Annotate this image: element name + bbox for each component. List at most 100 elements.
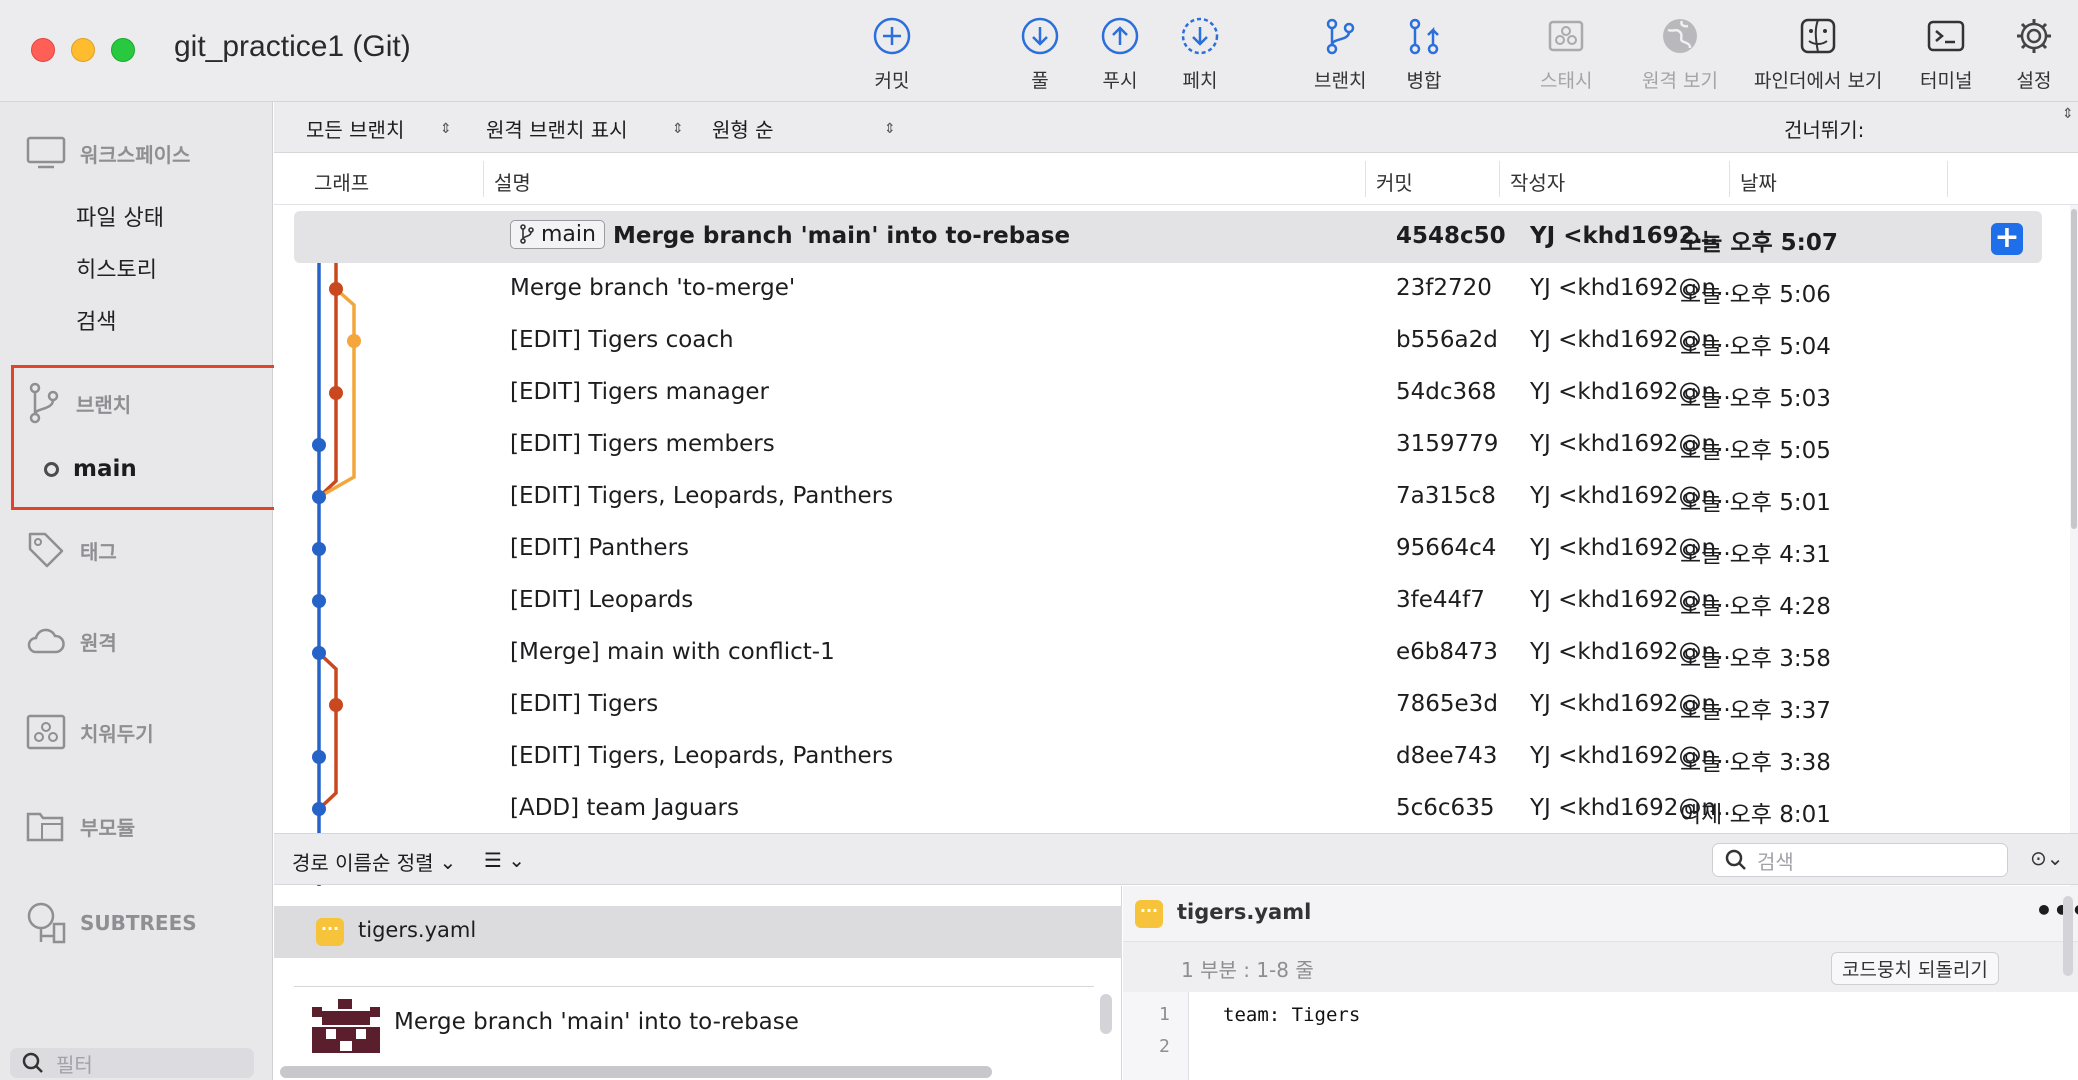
commit-hash: 5c6c635 bbox=[1396, 795, 1495, 821]
commit-hash: 4548c50 bbox=[1396, 223, 1506, 249]
diff-scrollbar[interactable] bbox=[2063, 896, 2073, 976]
scrollbar-thumb[interactable] bbox=[2071, 209, 2077, 529]
commit-description-text: [ADD] team Jaguars bbox=[510, 795, 739, 821]
commit-row[interactable]: main Merge branch 'main' into to-rebase 45… bbox=[294, 211, 2042, 263]
commit-message: Merge branch 'main' into to-rebase bbox=[394, 1009, 799, 1035]
sidebar-section-subtrees[interactable]: SUBTREES bbox=[26, 902, 197, 944]
sidebar-item-file-status[interactable]: 파일 상태 bbox=[76, 200, 164, 232]
commit-description-text: [EDIT] Leopards bbox=[510, 587, 694, 613]
column-date[interactable]: 날짜 bbox=[1740, 167, 1777, 196]
commit-row[interactable]: [EDIT] Tigers 7865e3d YJ <khd1692@n... 오늘 오… bbox=[294, 679, 2042, 731]
sidebar-filter-input[interactable]: 필터 bbox=[10, 1048, 254, 1078]
commit-hash: 7a315c8 bbox=[1396, 483, 1496, 509]
jump-to-label: 건너뛰기: bbox=[1784, 118, 1865, 142]
merge-icon bbox=[1409, 18, 1439, 55]
file-row[interactable]: ··· tigers.yaml bbox=[274, 906, 1122, 958]
updown-chevron-icon: ⇕ bbox=[2062, 106, 2074, 122]
fetch-button[interactable]: 페치 bbox=[1180, 16, 1220, 93]
remote-view-button[interactable]: 원격 보기 bbox=[1642, 16, 1718, 93]
commit-row[interactable]: [EDIT] Tigers manager 54dc368 YJ <khd1692@… bbox=[294, 367, 2042, 419]
finder-icon bbox=[1800, 18, 1836, 54]
commit-row[interactable]: [ADD] team Jaguars 5c6c635 YJ <khd1692@n..… bbox=[294, 783, 2042, 835]
sidebar-item-search[interactable]: 검색 bbox=[76, 304, 116, 336]
commit-row[interactable]: [EDIT] Tigers, Leopards, Panthers d8ee743… bbox=[294, 731, 2042, 783]
sidebar-item-history[interactable]: 히스토리 bbox=[76, 252, 157, 284]
commit-button[interactable]: 커밋 bbox=[872, 16, 912, 93]
commit-row[interactable]: [EDIT] Tigers coach b556a2d YJ <khd1692@n.… bbox=[294, 315, 2042, 367]
commit-description-text: [Merge] main with conflict-1 bbox=[510, 639, 835, 665]
stash-icon bbox=[1548, 20, 1584, 52]
commit-hash: 23f2720 bbox=[1396, 275, 1492, 301]
commit-description-text: [EDIT] Tigers, Leopards, Panthers bbox=[510, 743, 894, 769]
commit-hash: d8ee743 bbox=[1396, 743, 1498, 769]
branch-icon bbox=[520, 224, 534, 244]
updown-chevron-icon: ⇕ bbox=[672, 120, 684, 137]
sidebar-branch-main[interactable]: main bbox=[44, 456, 137, 482]
column-graph[interactable]: 그래프 bbox=[314, 167, 369, 196]
commit-hash: 7865e3d bbox=[1396, 691, 1498, 717]
commit-row[interactable]: [EDIT] Panthers 95664c4 YJ <khd1692@n... 오늘… bbox=[294, 523, 2042, 575]
sidebar-section-workspace[interactable]: 워크스페이스 bbox=[26, 136, 190, 170]
commit-description-text: Merge branch 'to-merge' bbox=[510, 275, 796, 301]
sort-by-path-select[interactable]: 경로 이름순 정렬 ⌄ bbox=[292, 847, 456, 876]
column-commit[interactable]: 커밋 bbox=[1376, 167, 1413, 196]
list-icon: ☰ bbox=[484, 848, 502, 872]
pull-button[interactable]: 풀 bbox=[1020, 16, 1060, 93]
column-description[interactable]: 설명 bbox=[494, 167, 531, 196]
minimize-window-button[interactable] bbox=[71, 38, 95, 62]
commit-row[interactable]: [Merge] main with conflict-1 e6b8473 YJ <k… bbox=[294, 627, 2042, 679]
commit-description: main Merge branch 'main' into to-rebase bbox=[510, 219, 1070, 249]
commit-date: 오늘 오후 3:58 bbox=[1680, 646, 1831, 672]
main-panel: 모든 브랜치 ⇕ 원격 브랜치 표시 ⇕ 원형 순 ⇕ 건너뛰기: ⇕ 그래프 … bbox=[274, 102, 2078, 1080]
revert-hunk-button[interactable]: 코드뭉치 되돌리기 bbox=[1831, 952, 1999, 985]
remote-branch-select[interactable]: 원격 브랜치 표시 ⇕ bbox=[486, 114, 684, 143]
commit-row[interactable]: Merge branch 'to-merge' 23f2720 YJ <khd169… bbox=[294, 263, 2042, 315]
modified-file-icon: ··· bbox=[316, 918, 344, 946]
close-window-button[interactable] bbox=[31, 38, 55, 62]
commit-description-text: [EDIT] Tigers manager bbox=[510, 379, 769, 405]
cloud-icon bbox=[27, 628, 65, 654]
zoom-window-button[interactable] bbox=[111, 38, 135, 62]
commit-hash: 3fe44f7 bbox=[1396, 587, 1485, 613]
push-button[interactable]: 푸시 bbox=[1100, 16, 1140, 93]
line-number: 1 bbox=[1159, 1004, 1170, 1025]
settings-button[interactable]: 설정 bbox=[2014, 16, 2054, 93]
sidebar-section-branches[interactable]: 브랜치 bbox=[26, 382, 131, 424]
commit-description: [EDIT] Leopards bbox=[510, 587, 693, 613]
sidebar-section-submodules[interactable]: 부모듈 bbox=[26, 808, 135, 844]
file-search-input[interactable]: 검색 bbox=[1712, 843, 2008, 877]
column-author[interactable]: 작성자 bbox=[1510, 167, 1565, 196]
file-list-hscrollbar[interactable] bbox=[280, 1066, 992, 1078]
branch-label[interactable]: main bbox=[510, 219, 605, 249]
terminal-button[interactable]: 터미널 bbox=[1920, 16, 1972, 93]
commit-date: 오늘 오후 4:28 bbox=[1680, 594, 1831, 620]
file-pane-toolbar: 경로 이름순 정렬 ⌄ ☰ ⌄ 검색 ⊙⌄ bbox=[274, 833, 2078, 885]
arrow-up-circle-icon bbox=[1101, 17, 1139, 55]
window-title: git_practice1 (Git) bbox=[174, 30, 411, 63]
merge-button[interactable]: 병합 bbox=[1404, 16, 1444, 93]
branch-filter-select[interactable]: 모든 브랜치 ⇕ bbox=[306, 114, 452, 143]
sidebar-section-stashes[interactable]: 치워두기 bbox=[26, 714, 154, 750]
branch-button[interactable]: 브랜치 bbox=[1314, 16, 1366, 93]
order-select[interactable]: 원형 순 ⇕ bbox=[712, 114, 896, 143]
commit-description: [EDIT] Tigers manager bbox=[510, 379, 769, 405]
gear-icon bbox=[2017, 19, 2051, 53]
show-in-finder-button[interactable]: 파인더에서 보기 bbox=[1754, 16, 1882, 93]
list-view-toggle[interactable]: ☰ ⌄ bbox=[484, 848, 525, 872]
sidebar-section-remotes[interactable]: 원격 bbox=[26, 626, 117, 656]
commit-list-scrollbar[interactable] bbox=[2070, 205, 2078, 933]
add-button[interactable]: + bbox=[1991, 223, 2023, 255]
stash-button[interactable]: 스태시 bbox=[1540, 16, 1592, 93]
commit-row[interactable]: [EDIT] Tigers members 3159779 YJ <khd1692@… bbox=[294, 419, 2042, 471]
file-list-scrollbar[interactable] bbox=[1100, 994, 1112, 1034]
more-options-button[interactable]: ⊙⌄ bbox=[2030, 846, 2064, 870]
branch-icon bbox=[29, 382, 59, 424]
sidebar-section-tags[interactable]: 태그 bbox=[26, 530, 117, 570]
commit-date: 오늘 오후 5:06 bbox=[1680, 282, 1831, 308]
commit-date: 오늘 오후 4:31 bbox=[1680, 542, 1831, 568]
commit-row[interactable]: [EDIT] Tigers, Leopards, Panthers 7a315c8… bbox=[294, 471, 2042, 523]
commit-description: [EDIT] Tigers coach bbox=[510, 327, 734, 353]
commit-row[interactable]: [EDIT] Leopards 3fe44f7 YJ <khd1692@n... 오늘… bbox=[294, 575, 2042, 627]
branch-label-text: main bbox=[541, 221, 596, 247]
branch-icon bbox=[1326, 18, 1355, 55]
